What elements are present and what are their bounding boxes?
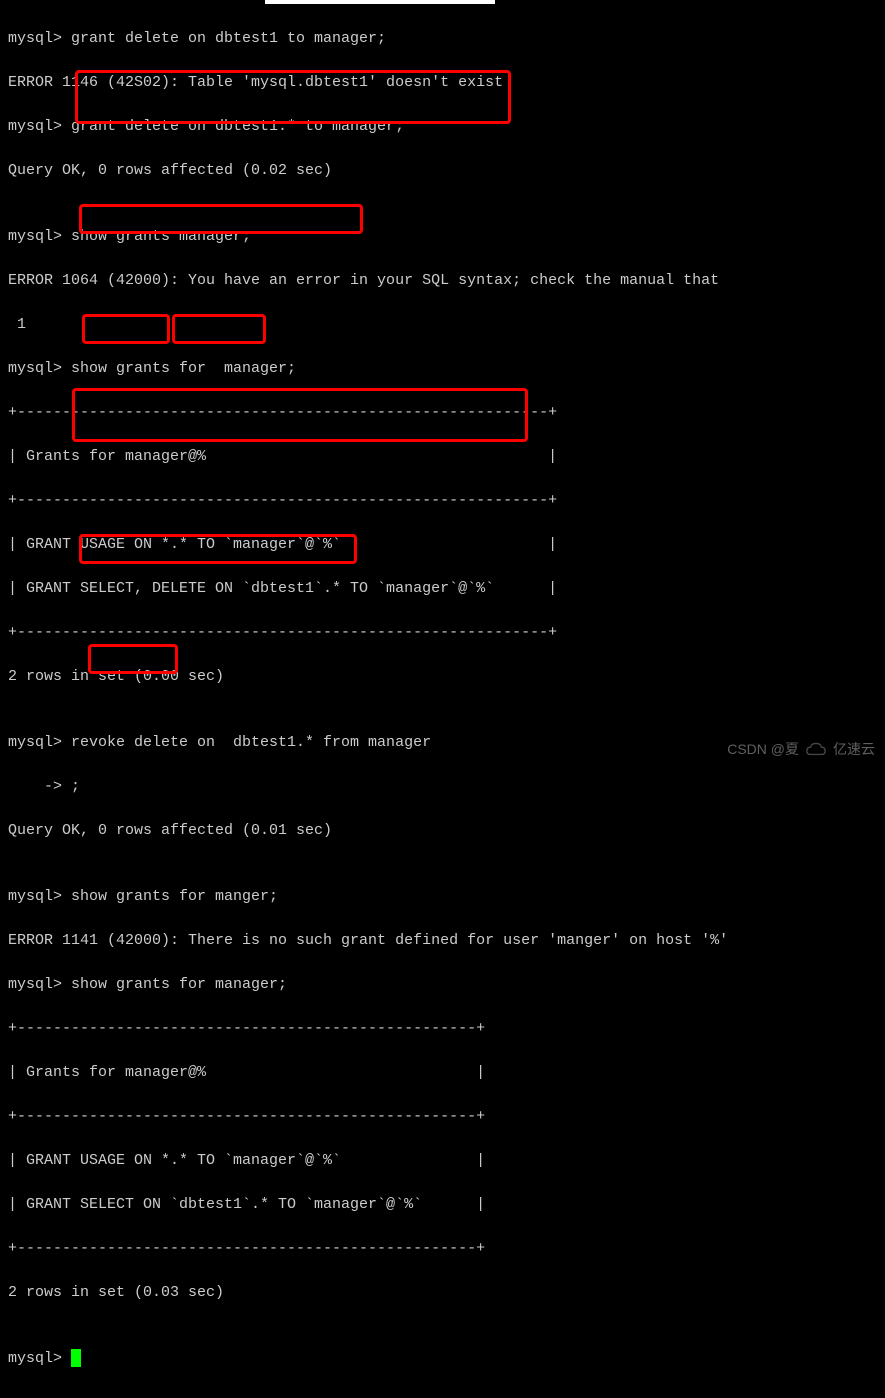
table-row: | GRANT SELECT, DELETE ON `dbtest1`.* TO…	[8, 578, 877, 600]
cursor	[71, 1349, 81, 1367]
watermark-brand: 亿速云	[833, 739, 875, 759]
cmd-line: mysql> grant delete on dbtest1 to manage…	[8, 28, 877, 50]
table-border: +---------------------------------------…	[8, 1018, 877, 1040]
watermark-csdn: CSDN @夏	[727, 739, 799, 759]
cmd-line: mysql> grant delete on dbtest1.* to mana…	[8, 116, 877, 138]
terminal-output[interactable]: mysql> grant delete on dbtest1 to manage…	[0, 0, 885, 1398]
table-header: | Grants for manager@% |	[8, 446, 877, 468]
prompt-line[interactable]: mysql>	[8, 1348, 877, 1370]
error-line: ERROR 1064 (42000): You have an error in…	[8, 270, 877, 292]
cmd-line: mysql> show grants for manager;	[8, 974, 877, 996]
error-line: 1	[8, 314, 877, 336]
table-header: | Grants for manager@% |	[8, 1062, 877, 1084]
cloud-icon	[805, 741, 827, 757]
cmd-line: mysql> show grants for manager;	[8, 358, 877, 380]
table-row: | GRANT SELECT ON `dbtest1`.* TO `manage…	[8, 1194, 877, 1216]
result-line: 2 rows in set (0.03 sec)	[8, 1282, 877, 1304]
cmd-continuation: -> ;	[8, 776, 877, 798]
table-border: +---------------------------------------…	[8, 622, 877, 644]
table-border: +---------------------------------------…	[8, 490, 877, 512]
table-row: | GRANT USAGE ON *.* TO `manager`@`%` |	[8, 534, 877, 556]
error-line: ERROR 1146 (42S02): Table 'mysql.dbtest1…	[8, 72, 877, 94]
prompt-text: mysql>	[8, 1350, 71, 1367]
result-line: 2 rows in set (0.00 sec)	[8, 666, 877, 688]
cmd-line: mysql> show grants for manger;	[8, 886, 877, 908]
table-border: +---------------------------------------…	[8, 402, 877, 424]
error-line: ERROR 1141 (42000): There is no such gra…	[8, 930, 877, 952]
table-border: +---------------------------------------…	[8, 1238, 877, 1260]
table-border: +---------------------------------------…	[8, 1106, 877, 1128]
cmd-line: mysql> show grants manager;	[8, 226, 877, 248]
watermark: CSDN @夏 亿速云	[727, 739, 875, 759]
result-line: Query OK, 0 rows affected (0.01 sec)	[8, 820, 877, 842]
result-line: Query OK, 0 rows affected (0.02 sec)	[8, 160, 877, 182]
table-row: | GRANT USAGE ON *.* TO `manager`@`%` |	[8, 1150, 877, 1172]
window-titlebar-fragment	[265, 0, 495, 4]
